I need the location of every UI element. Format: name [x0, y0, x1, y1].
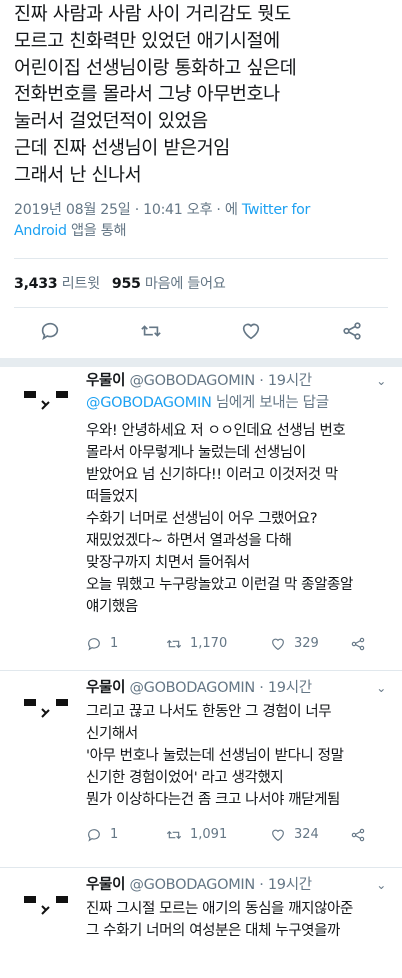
client-link-cont[interactable]: Android	[14, 223, 67, 239]
tweet-line: 모르고 친화력만 있었던 애기시절에	[14, 30, 280, 52]
reply-to-handle[interactable]: @GOBODAGOMIN	[86, 395, 212, 411]
reply-header: 우물이 @GOBODAGOMIN · 19시간 ⌄	[86, 874, 388, 896]
reply-tweet[interactable]: 우물이 @GOBODAGOMIN · 19시간 ⌄ 진짜 그시절 모르는 애기의…	[0, 868, 402, 942]
tweet-line: 근데 진짜 선생님이 받은거임	[14, 137, 230, 159]
heart-icon	[272, 638, 284, 650]
reply-text: 그리고 끊고 나서도 한동안 그 경험이 너무 신기해서 '아무 번호나 눌렀는…	[86, 701, 388, 811]
handle-time: @GOBODAGOMIN · 19시간	[129, 679, 312, 696]
tweet-line: 눌러서 걸었던적이 있었음	[14, 111, 208, 133]
reply-line: 재밌었겠다~ 하면서 열과성을 다해	[86, 532, 292, 549]
like-count[interactable]: 324	[270, 827, 350, 843]
reply-line: 그 수화기 너머의 여성분은 대체 누구엿을까	[86, 922, 340, 939]
reply-icon[interactable]	[39, 320, 61, 346]
reply-icon	[88, 637, 100, 651]
handle-time: @GOBODAGOMIN · 19시간	[129, 372, 312, 389]
reply-line: 뭔가 이상하다는건 좀 크고 나서야 깨닫게됨	[86, 791, 340, 808]
replying-to: @GOBODAGOMIN 님에게 보내는 답글	[86, 392, 388, 414]
retweet-icon	[166, 639, 182, 648]
reply-line: '아무 번호나 눌렀는데 선생님이 받다니 정말	[86, 747, 344, 764]
section-divider	[0, 357, 402, 367]
reply-icon	[88, 828, 100, 842]
reply-line: 몰라서 아무렇게나 눌렀는데 선생님이	[86, 444, 306, 461]
reply-line: 떠들었지	[86, 488, 138, 505]
like-count[interactable]: 329	[270, 636, 350, 652]
reply-count[interactable]: 1	[86, 827, 166, 843]
chevron-down-icon[interactable]: ⌄	[376, 874, 386, 896]
retweet-count[interactable]: 1,170	[166, 636, 270, 652]
tweet-line: 전화번호를 몰라서 그냥 아무번호나	[14, 84, 280, 106]
avatar[interactable]	[22, 387, 70, 427]
display-name[interactable]: 우물이	[86, 680, 125, 696]
tweet-actions	[0, 308, 402, 358]
retweet-count[interactable]: 1,091	[166, 827, 270, 843]
reply-tweet[interactable]: 우물이 @GOBODAGOMIN · 19시간 ⌄ 그리고 끊고 나서도 한동안…	[0, 671, 402, 867]
tweet-body: 진짜 사람과 사람 사이 거리감도 뭣도 모르고 친화력만 있었던 애기시절에 …	[14, 0, 388, 190]
reply-count[interactable]: 1	[86, 636, 166, 652]
tweet-line: 진짜 사람과 사람 사이 거리감도 뭣도	[14, 4, 291, 25]
reply-line: 수화기 너머로 선생님이 어우 그랬어요?	[86, 510, 318, 527]
heart-icon[interactable]	[240, 320, 262, 346]
tweet-timestamp[interactable]: 2019년 08월 25일 · 10:41 오후 · 에	[14, 202, 238, 218]
avatar[interactable]	[22, 695, 70, 735]
reply-line: 맞장구까지 치면서 들어줘서	[86, 554, 250, 571]
retweet-stat[interactable]: 3,433 리트윗	[14, 273, 100, 293]
reply-line: 우와! 안녕하세요 저 ㅇㅇ인데요 선생님 번호	[86, 422, 346, 439]
reply-tweet[interactable]: 우물이 @GOBODAGOMIN · 19시간 ⌄ @GOBODAGOMIN 님…	[0, 367, 402, 670]
reply-header: 우물이 @GOBODAGOMIN · 19시간 ⌄	[86, 370, 388, 392]
reply-actions: 1 1,170 329	[86, 626, 388, 662]
client-link[interactable]: Twitter for	[242, 202, 311, 218]
reply-line: 얘기했음	[86, 598, 138, 615]
handle-time: @GOBODAGOMIN · 19시간	[129, 876, 312, 893]
share-icon[interactable]	[341, 320, 363, 346]
tweet-line: 어린이집 선생님이랑 통화하고 싶은데	[14, 57, 297, 79]
chevron-down-icon[interactable]: ⌄	[376, 677, 386, 699]
retweet-icon	[166, 830, 182, 839]
tweet-stats: 3,433 리트윗 955 마음에 들어요	[14, 259, 388, 307]
share-icon[interactable]	[350, 636, 366, 652]
tweet-line: 그래서 난 신나서	[14, 164, 142, 186]
chevron-down-icon[interactable]: ⌄	[376, 370, 386, 392]
tweet-meta: 2019년 08월 25일 · 10:41 오후 · 에 Twitter for…	[14, 200, 388, 242]
avatar[interactable]	[22, 892, 70, 932]
via-suffix: 앱을 통해	[66, 222, 127, 239]
reply-line: 신기해서	[86, 725, 138, 742]
reply-text: 우와! 안녕하세요 저 ㅇㅇ인데요 선생님 번호 몰라서 아무렇게나 눌렀는데 …	[86, 420, 388, 618]
share-icon[interactable]	[350, 827, 366, 843]
display-name[interactable]: 우물이	[86, 877, 125, 893]
main-tweet: 진짜 사람과 사람 사이 거리감도 뭣도 모르고 친화력만 있었던 애기시절에 …	[0, 0, 402, 258]
reply-to-suffix: 님에게 보내는 답글	[211, 394, 329, 411]
reply-header: 우물이 @GOBODAGOMIN · 19시간 ⌄	[86, 677, 388, 699]
reply-line: 오늘 뭐했고 누구랑놀았고 이런걸 막 종알종알	[86, 576, 353, 593]
retweet-icon[interactable]	[140, 320, 162, 346]
reply-line: 진짜 그시절 모르는 애기의 동심을 깨지않아준	[86, 900, 353, 917]
reply-text: 진짜 그시절 모르는 애기의 동심을 깨지않아준 그 수화기 너머의 여성분은 …	[86, 898, 388, 942]
reply-line: 그리고 끊고 나서도 한동안 그 경험이 너무	[86, 703, 332, 720]
display-name[interactable]: 우물이	[86, 373, 125, 389]
reply-line: 받았어요 넘 신기하다!! 이러고 이것저것 막	[86, 466, 338, 483]
reply-line: 신기한 경험이었어' 라고 생각했지	[86, 769, 284, 786]
reply-actions: 1 1,091 324	[86, 817, 388, 853]
heart-icon	[272, 829, 284, 841]
like-stat[interactable]: 955 마음에 들어요	[112, 273, 226, 293]
